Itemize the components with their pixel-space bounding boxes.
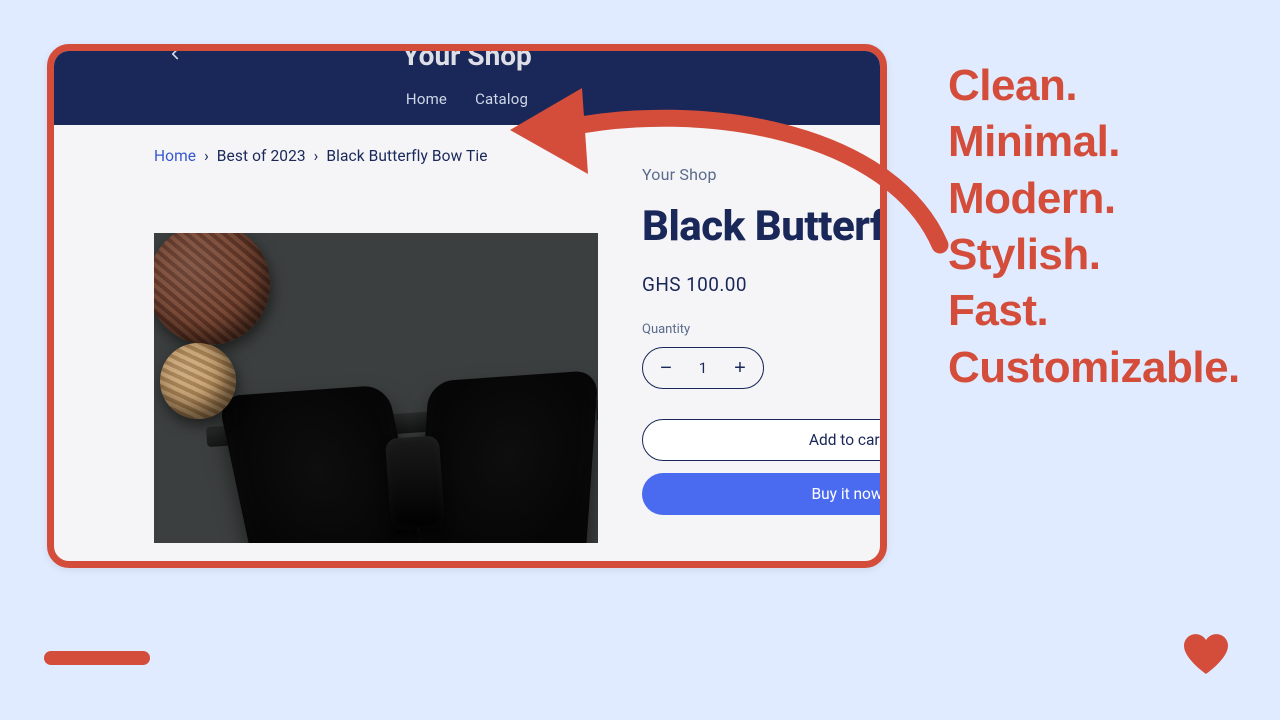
breadcrumb: Home › Best of 2023 › Black Butterfly Bo… xyxy=(54,125,880,165)
quantity-value: 1 xyxy=(699,359,707,377)
feature-callout: Clean. Minimal. Modern. Stylish. Fast. C… xyxy=(948,58,1240,396)
add-to-cart-button[interactable]: Add to cart xyxy=(642,419,887,461)
heart-icon[interactable] xyxy=(1184,634,1228,674)
quantity-decrease-button[interactable]: − xyxy=(655,357,677,379)
product-page-frame: Your Shop Home Catalog Home › Best of 20… xyxy=(47,44,887,568)
breadcrumb-current: Black Butterfly Bow Tie xyxy=(326,147,487,165)
buy-now-button[interactable]: Buy it now xyxy=(642,473,887,515)
accent-bar xyxy=(44,651,150,665)
wicker-ball-small-icon xyxy=(160,343,236,419)
product-details: Your Shop Black Butterf GHS 100.00 Quant… xyxy=(642,165,887,515)
callout-line-3: Modern. xyxy=(948,171,1240,227)
callout-line-1: Clean. xyxy=(948,58,1240,114)
callout-line-4: Stylish. xyxy=(948,227,1240,283)
callout-line-2: Minimal. xyxy=(948,114,1240,170)
quantity-label: Quantity xyxy=(642,322,887,337)
callout-line-6: Customizable. xyxy=(948,340,1240,396)
nav-home[interactable]: Home xyxy=(406,90,447,108)
breadcrumb-sep-1: › xyxy=(204,147,209,165)
product-title: Black Butterf xyxy=(642,202,887,251)
product-content: Your Shop Black Butterf GHS 100.00 Quant… xyxy=(54,165,880,543)
chevron-left-icon[interactable] xyxy=(166,45,184,63)
callout-line-5: Fast. xyxy=(948,283,1240,339)
breadcrumb-home[interactable]: Home xyxy=(154,147,196,165)
breadcrumb-collection[interactable]: Best of 2023 xyxy=(217,147,306,165)
breadcrumb-sep-2: › xyxy=(314,147,319,165)
quantity-increase-button[interactable]: + xyxy=(729,357,751,379)
wicker-ball-icon xyxy=(154,233,270,345)
quantity-stepper[interactable]: − 1 + xyxy=(642,347,764,389)
product-price: GHS 100.00 xyxy=(642,273,887,296)
main-nav: Home Catalog xyxy=(54,89,880,108)
nav-catalog[interactable]: Catalog xyxy=(475,90,528,108)
product-image[interactable] xyxy=(154,233,598,543)
vendor-name: Your Shop xyxy=(642,165,887,184)
bowtie-decoration xyxy=(243,372,586,543)
site-header: Your Shop Home Catalog xyxy=(54,51,880,125)
